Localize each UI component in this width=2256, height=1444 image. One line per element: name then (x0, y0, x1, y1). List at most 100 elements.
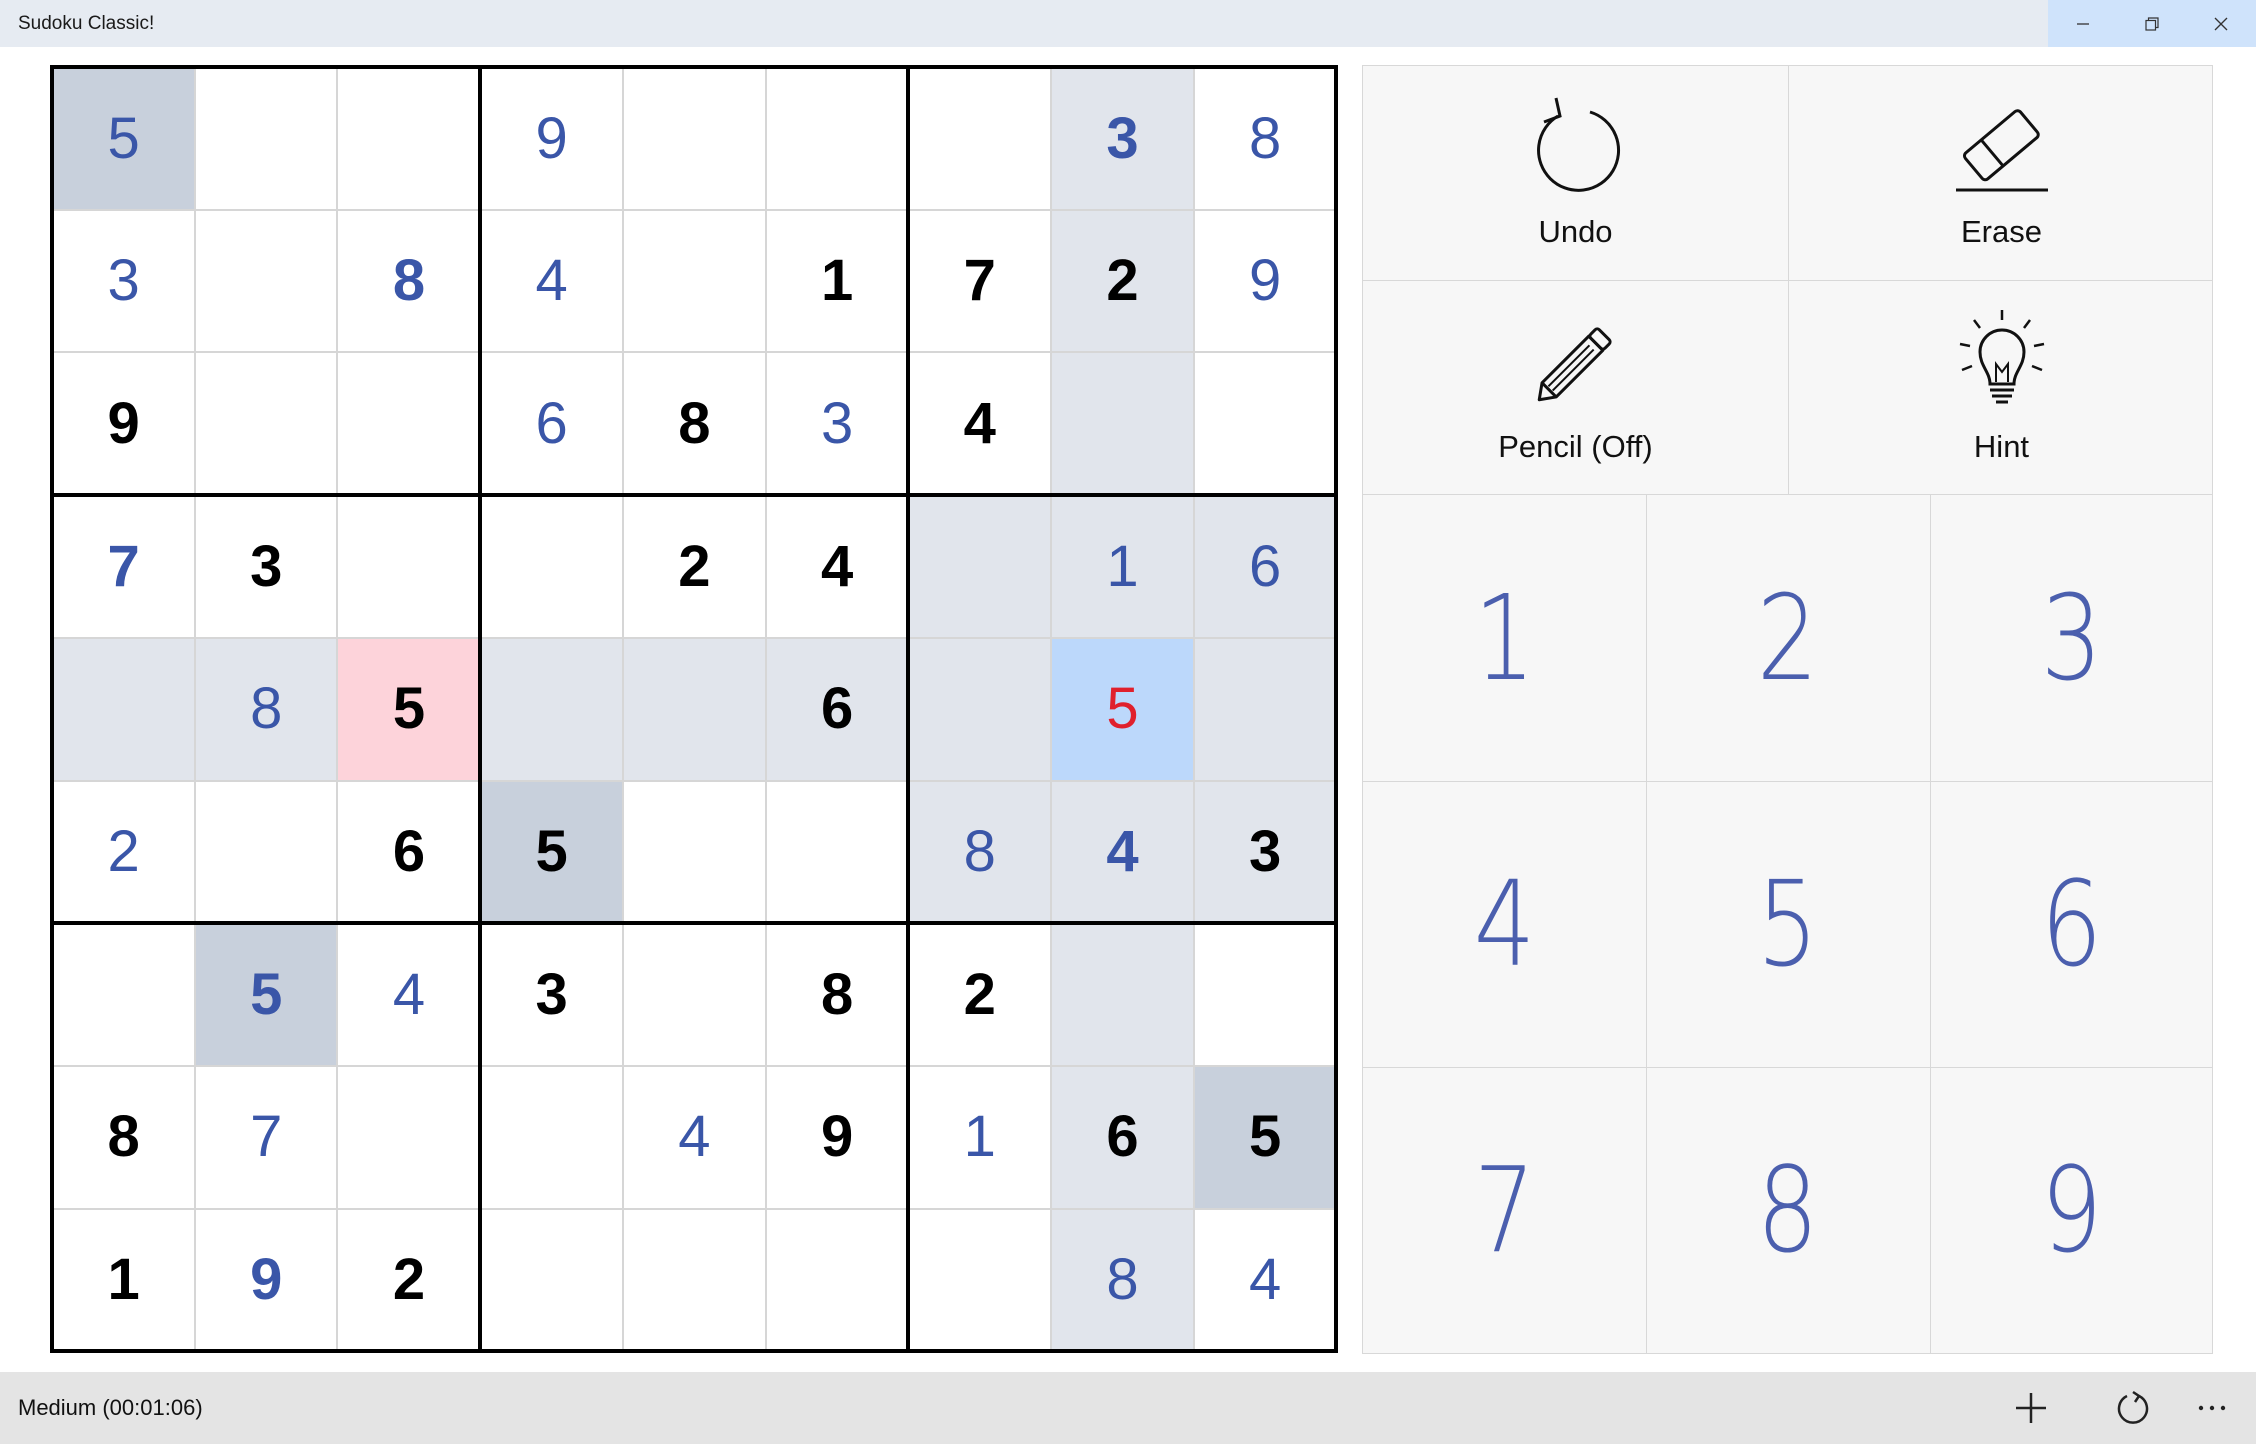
board-cell-r5c8[interactable]: 5 (1050, 637, 1195, 781)
board-cell-r6c5[interactable] (622, 780, 766, 924)
numpad-key-3[interactable]: 3 (1930, 495, 2213, 781)
board-cell-r9c3[interactable]: 2 (337, 1208, 481, 1352)
board-cell-r5c9[interactable] (1193, 637, 1337, 781)
board-cell-r2c9[interactable]: 9 (1193, 209, 1337, 353)
numpad-key-4[interactable]: 4 (1363, 781, 1646, 1067)
board-cell-r2c5[interactable] (622, 209, 766, 353)
board-cell-r4c5[interactable]: 2 (622, 495, 766, 639)
board-cell-r8c8[interactable]: 6 (1050, 1065, 1195, 1210)
board-cell-r5c1[interactable] (52, 637, 196, 781)
board-cell-r3c3[interactable] (337, 352, 481, 496)
close-button[interactable] (2186, 0, 2255, 47)
numpad-key-1[interactable]: 1 (1363, 495, 1646, 781)
board-cell-r5c2[interactable]: 8 (194, 637, 338, 781)
board-cell-r9c4[interactable] (480, 1208, 624, 1352)
board-cell-r6c8[interactable]: 4 (1050, 780, 1195, 924)
board-cell-r3c9[interactable] (1193, 352, 1337, 496)
pencil-toggle-button[interactable]: Pencil (Off) (1363, 281, 1788, 495)
board-cell-r2c6[interactable]: 1 (765, 209, 909, 353)
numpad-key-7[interactable]: 7 (1363, 1067, 1646, 1353)
erase-button[interactable]: Erase (1789, 66, 2214, 280)
board-cell-r1c1[interactable]: 5 (52, 67, 196, 211)
board-cell-r7c4[interactable]: 3 (480, 923, 624, 1067)
board-cell-r6c7[interactable]: 8 (908, 780, 1052, 924)
minimize-button[interactable] (2048, 0, 2117, 47)
board-cell-r8c7[interactable]: 1 (908, 1065, 1052, 1210)
numpad-key-6[interactable]: 6 (1930, 781, 2213, 1067)
board-cell-r3c4[interactable]: 6 (480, 352, 624, 496)
board-cell-r4c7[interactable] (908, 495, 1052, 639)
board-cell-r2c8[interactable]: 2 (1050, 209, 1195, 353)
board-cell-r4c2[interactable]: 3 (194, 495, 338, 639)
board-cell-r8c2[interactable]: 7 (194, 1065, 338, 1210)
board-cell-r7c6[interactable]: 8 (765, 923, 909, 1067)
board-cell-r8c1[interactable]: 8 (52, 1065, 196, 1210)
board-cell-r4c8[interactable]: 1 (1050, 495, 1195, 639)
board-cell-r6c2[interactable] (194, 780, 338, 924)
restore-button[interactable] (2117, 0, 2186, 47)
board-cell-r5c5[interactable] (622, 637, 766, 781)
board-cell-r7c2[interactable]: 5 (194, 923, 338, 1067)
board-cell-r3c2[interactable] (194, 352, 338, 496)
board-cell-r3c1[interactable]: 9 (52, 352, 196, 496)
board-cell-r9c8[interactable]: 8 (1050, 1208, 1195, 1352)
board-cell-r4c4[interactable] (480, 495, 624, 639)
board-cell-r9c2[interactable]: 9 (194, 1208, 338, 1352)
board-cell-r6c6[interactable] (765, 780, 909, 924)
board-cell-r7c5[interactable] (622, 923, 766, 1067)
board-cell-r9c6[interactable] (765, 1208, 909, 1352)
board-cell-r1c6[interactable] (765, 67, 909, 211)
hint-button[interactable]: Hint (1789, 281, 2214, 495)
board-cell-r3c5[interactable]: 8 (622, 352, 766, 496)
board-cell-r4c1[interactable]: 7 (52, 495, 196, 639)
numpad-key-5[interactable]: 5 (1646, 781, 1929, 1067)
board-cell-r2c7[interactable]: 7 (908, 209, 1052, 353)
board-cell-r3c6[interactable]: 3 (765, 352, 909, 496)
board-cell-r1c2[interactable] (194, 67, 338, 211)
board-cell-r6c3[interactable]: 6 (337, 780, 481, 924)
board-cell-r1c3[interactable] (337, 67, 481, 211)
board-cell-r8c6[interactable]: 9 (765, 1065, 909, 1210)
board-cell-r8c3[interactable] (337, 1065, 481, 1210)
board-cell-r5c6[interactable]: 6 (765, 637, 909, 781)
board-cell-r6c9[interactable]: 3 (1193, 780, 1337, 924)
board-cell-r2c3[interactable]: 8 (337, 209, 481, 353)
board-cell-r9c5[interactable] (622, 1208, 766, 1352)
board-cell-r2c1[interactable]: 3 (52, 209, 196, 353)
board-cell-r1c4[interactable]: 9 (480, 67, 624, 211)
numpad-key-9[interactable]: 9 (1930, 1067, 2213, 1353)
board-cell-r2c2[interactable] (194, 209, 338, 353)
board-cell-r4c9[interactable]: 6 (1193, 495, 1337, 639)
board-cell-r2c4[interactable]: 4 (480, 209, 624, 353)
board-cell-r7c3[interactable]: 4 (337, 923, 481, 1067)
board-cell-r4c3[interactable] (337, 495, 481, 639)
board-cell-r6c1[interactable]: 2 (52, 780, 196, 924)
board-cell-r3c8[interactable] (1050, 352, 1195, 496)
board-cell-r7c8[interactable] (1050, 923, 1195, 1067)
board-cell-r9c7[interactable] (908, 1208, 1052, 1352)
board-cell-r8c9[interactable]: 5 (1193, 1065, 1337, 1210)
numpad-key-8[interactable]: 8 (1646, 1067, 1929, 1353)
numpad-key-2[interactable]: 2 (1646, 495, 1929, 781)
board-cell-r8c4[interactable] (480, 1065, 624, 1210)
restart-button[interactable] (2088, 1372, 2178, 1444)
more-button[interactable] (2176, 1372, 2248, 1444)
board-cell-r7c7[interactable]: 2 (908, 923, 1052, 1067)
board-cell-r8c5[interactable]: 4 (622, 1065, 766, 1210)
board-cell-r9c9[interactable]: 4 (1193, 1208, 1337, 1352)
board-cell-r5c3[interactable]: 5 (337, 637, 481, 781)
board-cell-r1c7[interactable] (908, 67, 1052, 211)
board-cell-r9c1[interactable]: 1 (52, 1208, 196, 1352)
board-cell-r7c9[interactable] (1193, 923, 1337, 1067)
board-cell-r4c6[interactable]: 4 (765, 495, 909, 639)
board-cell-r1c8[interactable]: 3 (1050, 67, 1195, 211)
board-cell-r1c9[interactable]: 8 (1193, 67, 1337, 211)
board-cell-r3c7[interactable]: 4 (908, 352, 1052, 496)
board-cell-r5c4[interactable] (480, 637, 624, 781)
board-cell-r6c4[interactable]: 5 (480, 780, 624, 924)
board-cell-r7c1[interactable] (52, 923, 196, 1067)
board-cell-r5c7[interactable] (908, 637, 1052, 781)
new-game-button[interactable] (1986, 1372, 2076, 1444)
undo-button[interactable]: Undo (1363, 66, 1788, 280)
board-cell-r1c5[interactable] (622, 67, 766, 211)
